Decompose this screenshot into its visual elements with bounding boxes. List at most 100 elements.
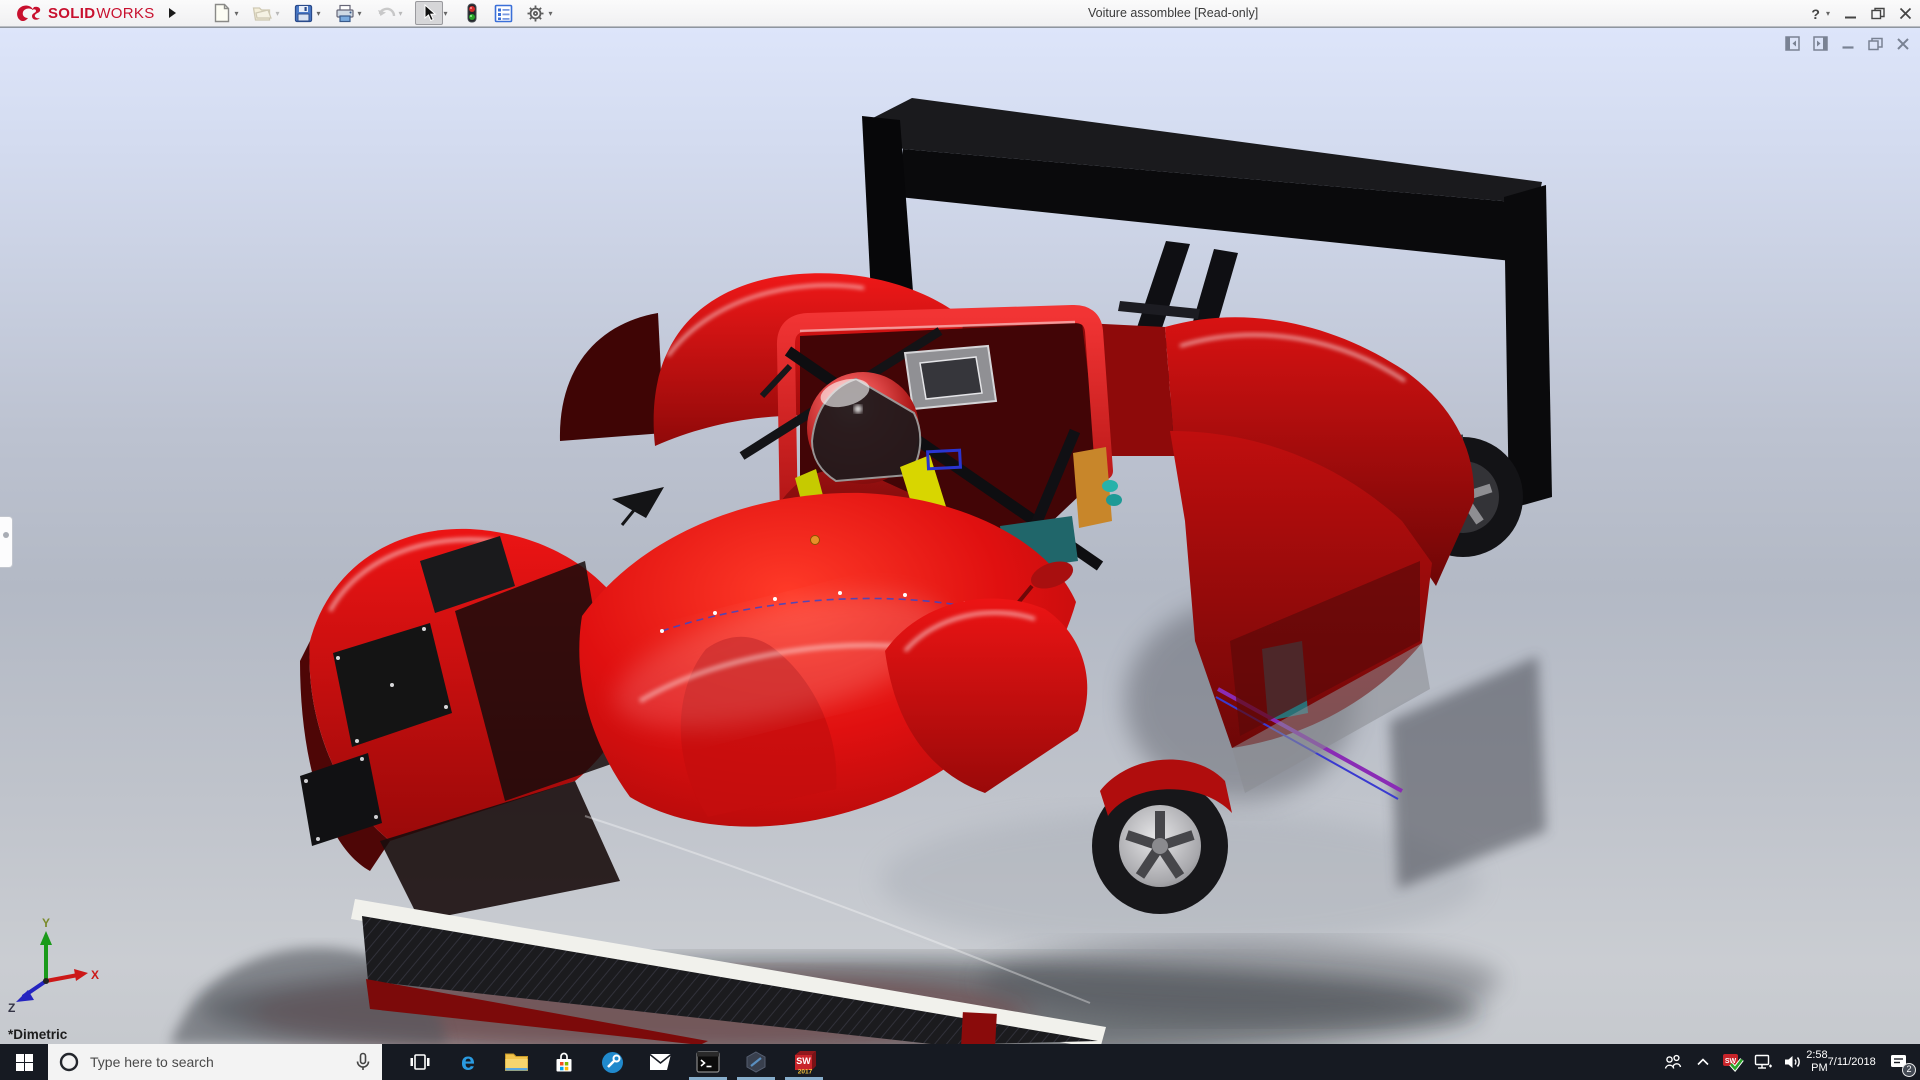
view-orientation-label: *Dimetric <box>8 1027 68 1042</box>
rebuild-button[interactable] <box>460 1 484 25</box>
help-button[interactable]: ? <box>1811 6 1820 22</box>
dropdown-arrow-icon[interactable]: ▾ <box>276 9 284 18</box>
clock-time: 2:58 PM <box>1806 1049 1828 1074</box>
svg-text:e: e <box>461 1049 475 1075</box>
edge-icon: e <box>461 1049 475 1075</box>
solidworks-tray-icon: SW <box>1723 1054 1744 1072</box>
microphone-icon[interactable] <box>354 1052 372 1072</box>
speaker-icon <box>1785 1056 1800 1068</box>
settings-button[interactable]: ▾ <box>524 1 557 25</box>
task-view-button[interactable] <box>396 1044 444 1080</box>
print-icon <box>333 1 357 25</box>
new-document-icon <box>210 1 234 25</box>
doc-restore-button[interactable] <box>1868 37 1883 51</box>
dropdown-arrow-icon[interactable]: ▾ <box>317 9 325 18</box>
command-prompt-icon <box>696 1051 720 1073</box>
solidworks-2017-icon: SW 2017 <box>795 1051 816 1076</box>
undo-icon <box>374 1 398 25</box>
save-button[interactable]: ▾ <box>292 1 325 25</box>
triad-x-label: X <box>91 968 99 982</box>
select-cursor-icon <box>414 1 443 25</box>
minimize-button[interactable] <box>1844 7 1857 20</box>
cortana-icon <box>59 1052 79 1072</box>
taskbar-app-command-prompt[interactable] <box>684 1044 732 1080</box>
restore-button[interactable] <box>1871 7 1885 20</box>
taskbar-app-store[interactable] <box>540 1044 588 1080</box>
svg-text:SW: SW <box>1725 1058 1737 1065</box>
close-button[interactable] <box>1899 7 1912 20</box>
dropdown-arrow-icon[interactable]: ▾ <box>235 9 243 18</box>
people-button[interactable] <box>1658 1044 1688 1080</box>
search-placeholder: Type here to search <box>90 1054 214 1070</box>
print-button[interactable]: ▾ <box>333 1 366 25</box>
volume-button[interactable] <box>1778 1044 1808 1080</box>
dropdown-arrow-icon[interactable]: ▾ <box>444 9 452 18</box>
taskbar-app-file-explorer[interactable] <box>492 1044 540 1080</box>
dropdown-arrow-icon[interactable]: ▾ <box>549 9 557 18</box>
taskbar-app-solidworks[interactable]: SW 2017 <box>780 1044 828 1080</box>
taskbar-app-get-help[interactable] <box>588 1044 636 1080</box>
graphics-viewport[interactable]: Y X Z *Dimetric <box>0 27 1920 1045</box>
ds-logo-icon <box>17 5 41 22</box>
solidworks-brand: SOLID WORKS <box>0 3 155 23</box>
open-document-button[interactable]: ▾ <box>251 1 284 25</box>
doc-close-button[interactable] <box>1896 37 1910 51</box>
open-document-icon <box>251 1 275 25</box>
quick-toolbar: ▾ ▾ ▾ ▾ ▾ ▾ ▾ <box>210 1 563 25</box>
document-window-controls <box>1785 36 1910 51</box>
system-tray: SW 2:58 PM 7/11/2018 2 <box>1658 1044 1920 1080</box>
help-tools-icon <box>601 1051 623 1073</box>
save-icon <box>292 1 316 25</box>
triad-y-label: Y <box>42 917 50 930</box>
microsoft-store-icon <box>556 1052 572 1072</box>
dropdown-arrow-icon[interactable]: ▾ <box>358 9 366 18</box>
menu-expand-arrow-icon[interactable] <box>168 8 176 18</box>
taskbar-app-mail[interactable] <box>636 1044 684 1080</box>
chevron-up-icon <box>1697 1058 1709 1066</box>
help-dropdown-arrow-icon[interactable]: ▾ <box>1826 9 1830 18</box>
triad-z-label: Z <box>8 1001 15 1013</box>
people-icon <box>1664 1054 1682 1069</box>
race-car-3d-model <box>170 98 1552 1045</box>
doc-minimize-button[interactable] <box>1841 37 1855 51</box>
svg-text:2017: 2017 <box>798 1069 813 1076</box>
tray-solidworks-monitor[interactable]: SW <box>1718 1044 1748 1080</box>
display-options-icon <box>492 1 516 25</box>
brand-text-works: WORKS <box>96 4 155 22</box>
display-options-button[interactable] <box>492 1 516 25</box>
dropdown-arrow-icon[interactable]: ▾ <box>399 9 407 18</box>
action-center-button[interactable]: 2 <box>1878 1044 1920 1080</box>
svg-text:SW: SW <box>796 1056 811 1066</box>
pane-next-button[interactable] <box>1813 36 1828 51</box>
solidworks-window: SOLID WORKS ▾ ▾ ▾ ▾ ▾ ▾ ▾ Voiture assomb… <box>0 0 1920 1080</box>
windows-taskbar: Type here to search e SW 2017 SW 2:58 PM… <box>0 1044 1920 1080</box>
viewer-3d-icon <box>746 1051 766 1073</box>
network-button[interactable] <box>1748 1044 1778 1080</box>
taskbar-app-3d-viewer[interactable] <box>732 1044 780 1080</box>
clock-date: 7/11/2018 <box>1827 1055 1876 1068</box>
taskbar-clock[interactable]: 2:58 PM 7/11/2018 <box>1806 1044 1878 1080</box>
file-explorer-icon <box>504 1053 528 1071</box>
orientation-triad: Y X Z <box>6 916 102 1018</box>
undo-button[interactable]: ▾ <box>374 1 407 25</box>
notification-count-badge: 2 <box>1902 1063 1916 1077</box>
select-tool-button[interactable]: ▾ <box>414 1 452 25</box>
windows-logo-icon <box>15 1053 33 1071</box>
rebuild-traffic-light-icon <box>460 1 484 25</box>
brand-text-solid: SOLID <box>48 4 96 22</box>
task-view-icon <box>410 1054 430 1070</box>
start-button[interactable] <box>0 1044 48 1080</box>
feature-panel-collapsed-tab[interactable] <box>0 516 13 568</box>
app-titlebar: SOLID WORKS ▾ ▾ ▾ ▾ ▾ ▾ ▾ Voiture assomb… <box>0 0 1920 27</box>
new-document-button[interactable]: ▾ <box>210 1 243 25</box>
document-title: Voiture assomblee [Read-only] <box>1088 6 1259 20</box>
mail-icon <box>649 1053 671 1070</box>
window-controls: ? ▾ <box>1811 0 1912 27</box>
pane-previous-button[interactable] <box>1785 36 1800 51</box>
network-icon <box>1754 1054 1772 1069</box>
search-input[interactable]: Type here to search <box>48 1044 382 1080</box>
tray-overflow-button[interactable] <box>1688 1044 1718 1080</box>
settings-gear-icon <box>524 1 548 25</box>
taskbar-app-edge[interactable]: e <box>444 1044 492 1080</box>
panel-tab-grip-icon <box>3 532 9 538</box>
